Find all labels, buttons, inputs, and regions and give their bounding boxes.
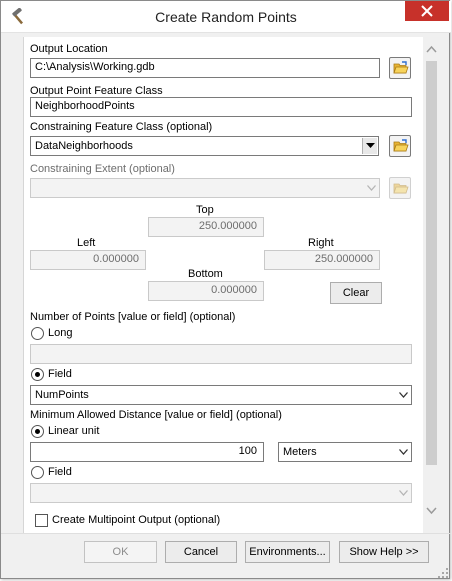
extent-right-input[interactable]: 250.000000	[264, 250, 380, 270]
minimum-distance-unit-value: Meters	[283, 446, 317, 458]
scrollbar-thumb[interactable]	[426, 61, 437, 465]
minimum-distance-unit-dropdown[interactable]: Meters	[278, 442, 412, 462]
number-of-points-long-label: Long	[48, 327, 73, 339]
minimum-distance-field-label: Field	[48, 466, 72, 478]
number-of-points-field-dropdown[interactable]: NumPoints	[30, 385, 412, 405]
multipoint-label: Create Multipoint Output (optional)	[52, 514, 221, 526]
extent-left-label: Left	[77, 237, 96, 249]
minimum-distance-value-input[interactable]: 100	[30, 442, 264, 462]
window-title: Create Random Points	[155, 9, 297, 25]
constraining-feature-class-label: Constraining Feature Class (optional)	[30, 121, 213, 133]
resize-grip-icon[interactable]	[437, 567, 449, 579]
constraining-feature-class-browse-button[interactable]	[389, 135, 411, 157]
folder-open-icon	[393, 139, 409, 152]
constraining-extent-browse-button[interactable]	[389, 177, 411, 199]
multipoint-checkbox[interactable]	[35, 514, 48, 527]
constraining-extent-label: Constraining Extent (optional)	[30, 163, 175, 175]
output-location-browse-button[interactable]	[389, 57, 411, 79]
chevron-down-icon	[367, 185, 376, 191]
chevron-down-icon	[399, 392, 408, 398]
extent-bottom-input[interactable]: 0.000000	[148, 281, 264, 301]
close-icon	[421, 5, 433, 17]
extent-bottom-label: Bottom	[188, 268, 223, 280]
vertical-scrollbar[interactable]	[423, 37, 440, 533]
extent-top-label: Top	[196, 204, 214, 216]
constraining-feature-class-value: DataNeighborhoods	[35, 140, 133, 152]
chevron-up-icon[interactable]	[426, 45, 437, 54]
constraining-extent-dropdown[interactable]	[30, 178, 380, 198]
show-help-button[interactable]: Show Help >>	[339, 541, 429, 563]
output-location-label: Output Location	[30, 43, 108, 55]
output-feature-class-label: Output Point Feature Class	[30, 85, 163, 97]
extent-top-input[interactable]: 250.000000	[148, 217, 264, 237]
environments-button[interactable]: Environments...	[245, 541, 330, 563]
ok-button[interactable]: OK	[84, 541, 157, 563]
number-of-points-long-radio[interactable]	[31, 327, 44, 340]
extent-left-input[interactable]: 0.000000	[30, 250, 146, 270]
chevron-down-icon	[399, 490, 408, 496]
parameters-panel: Output Location C:\Analysis\Working.gdb …	[23, 37, 427, 533]
folder-open-icon	[393, 183, 409, 194]
footer-separator	[1, 533, 451, 534]
number-of-points-field-radio[interactable]	[31, 368, 44, 381]
minimum-distance-label: Minimum Allowed Distance [value or field…	[30, 409, 282, 421]
minimum-distance-field-radio[interactable]	[31, 466, 44, 479]
number-of-points-label: Number of Points [value or field] (optio…	[30, 311, 236, 323]
minimum-distance-field-dropdown[interactable]	[30, 483, 412, 503]
cancel-button[interactable]: Cancel	[165, 541, 237, 563]
folder-open-icon	[393, 61, 409, 74]
chevron-down-icon	[399, 449, 408, 455]
number-of-points-long-input[interactable]	[30, 344, 412, 364]
title-bar[interactable]: Create Random Points	[1, 1, 451, 33]
chevron-down-icon	[366, 143, 375, 148]
chevron-down-icon[interactable]	[426, 506, 437, 515]
minimum-distance-linear-radio[interactable]	[31, 425, 44, 438]
output-feature-class-input[interactable]: NeighborhoodPoints	[30, 97, 412, 117]
output-location-input[interactable]: C:\Analysis\Working.gdb	[30, 58, 380, 78]
dialog-window: Create Random Points Output Location C:\…	[0, 0, 451, 579]
close-button[interactable]	[405, 1, 449, 21]
constraining-feature-class-dropdown[interactable]: DataNeighborhoods	[30, 136, 379, 156]
minimum-distance-linear-label: Linear unit	[48, 425, 100, 437]
extent-right-label: Right	[308, 237, 334, 249]
dropdown-button[interactable]	[362, 138, 377, 154]
number-of-points-field-value: NumPoints	[35, 389, 89, 401]
clear-button[interactable]: Clear	[330, 282, 382, 304]
number-of-points-field-label: Field	[48, 368, 72, 380]
